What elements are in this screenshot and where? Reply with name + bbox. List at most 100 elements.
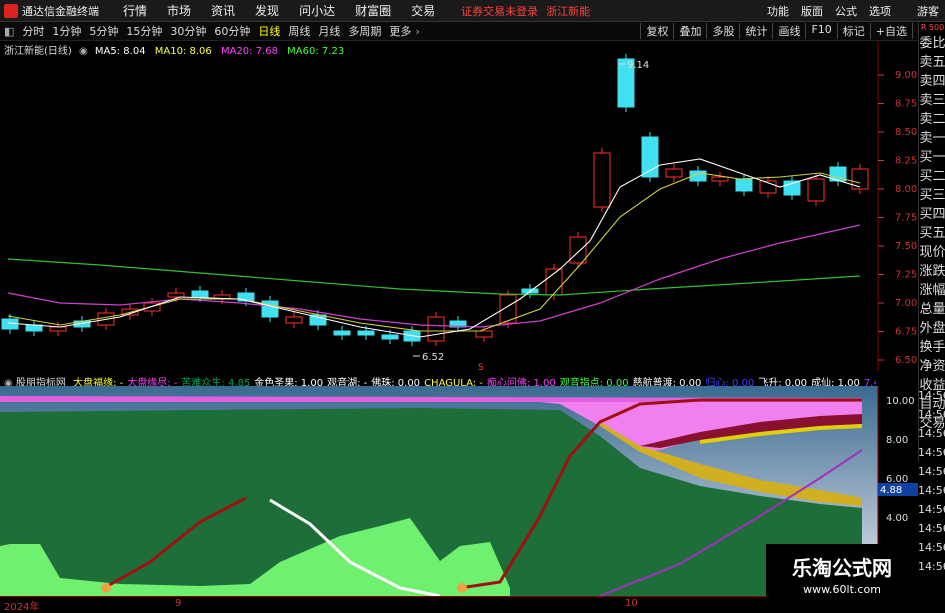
period-30min[interactable]: 30分钟	[170, 23, 206, 39]
side-item[interactable]: 卖三	[919, 91, 945, 110]
chevron-right-icon[interactable]: ›	[415, 25, 419, 38]
watermark-url: www.60lt.com	[803, 583, 881, 596]
low-label: 6.52	[422, 352, 444, 363]
candle	[285, 316, 303, 324]
side-item[interactable]: 委比	[919, 34, 945, 53]
candle	[851, 168, 869, 190]
side-item[interactable]: 现价	[919, 243, 945, 262]
stock-label: 浙江新能(日线)	[4, 46, 72, 57]
candle	[167, 292, 185, 298]
tool-f10[interactable]: F10	[805, 23, 836, 39]
indicator-current-value: 4.88	[880, 485, 902, 496]
price-tick: 7.25	[895, 270, 917, 281]
side-item[interactable]: 卖一	[919, 129, 945, 148]
candle	[357, 330, 375, 336]
tool-mark[interactable]: 标记	[836, 23, 870, 39]
period-monthly[interactable]: 月线	[318, 23, 340, 39]
menu-item-wealth[interactable]: 财富圈	[355, 2, 391, 19]
tool-adjust[interactable]: 复权	[640, 23, 673, 39]
period-15min[interactable]: 15分钟	[126, 23, 162, 39]
ma20-label: MA20: 7.68	[220, 46, 278, 57]
period-60min[interactable]: 60分钟	[214, 23, 250, 39]
side-item[interactable]: 买四	[919, 205, 945, 224]
candle	[381, 334, 399, 340]
guest-label[interactable]: 游客	[917, 3, 939, 19]
candle	[593, 152, 611, 208]
period-5min[interactable]: 5分钟	[89, 23, 118, 39]
menu-item-ask[interactable]: 问小达	[299, 2, 335, 19]
ma10-label: MA10: 8.06	[154, 46, 212, 57]
period-tick[interactable]: 分时	[22, 23, 44, 39]
menu-item-market[interactable]: 市场	[167, 2, 191, 19]
period-daily[interactable]: 日线	[258, 23, 280, 39]
time-item: 14:56	[918, 446, 945, 459]
menu-function[interactable]: 功能	[767, 3, 789, 19]
menu-right: 功能 版面 公式 选项 游客	[761, 3, 945, 19]
time-item: 14:56	[918, 560, 945, 573]
stock-tag: 浙江新能	[546, 4, 591, 18]
menu-formula[interactable]: 公式	[835, 3, 857, 19]
side-item[interactable]: 卖二	[919, 110, 945, 129]
side-item[interactable]: 涨幅	[919, 281, 945, 300]
menu-item-trade[interactable]: 交易	[411, 2, 435, 19]
candle	[49, 326, 67, 332]
settings-icon[interactable]: ◉	[79, 46, 88, 57]
watermark: 乐淘公式网 www.60lt.com	[766, 544, 918, 606]
menu-layout[interactable]: 版面	[801, 3, 823, 19]
menu-item-discover[interactable]: 发现	[255, 2, 279, 19]
time-item: 14:56	[918, 503, 945, 516]
side-item[interactable]: 买一	[919, 148, 945, 167]
collapse-icon[interactable]: ◧	[4, 25, 14, 38]
side-item[interactable]: 外盘	[919, 319, 945, 338]
price-tick: 7.75	[895, 213, 917, 224]
candle	[475, 330, 493, 338]
side-item[interactable]: 买三	[919, 186, 945, 205]
candle	[191, 290, 209, 298]
candle	[807, 178, 825, 202]
tool-draw[interactable]: 画线	[772, 23, 805, 39]
side-item[interactable]: 买五	[919, 224, 945, 243]
side-item[interactable]: 涨跌	[919, 262, 945, 281]
menu-bar: 通达信金融终端 行情 市场 资讯 发现 问小达 财富圈 交易 证券交易未登录 浙…	[0, 0, 945, 22]
side-item[interactable]: 换手	[919, 338, 945, 357]
high-label: 9.14	[627, 60, 649, 71]
period-multi[interactable]: 多周期	[348, 23, 381, 39]
price-tick: 6.50	[895, 355, 917, 366]
side-item[interactable]: 总量	[919, 300, 945, 319]
period-weekly[interactable]: 周线	[288, 23, 310, 39]
indicator-tick: 4.00	[886, 513, 908, 524]
ma5-label: MA5: 8.04	[94, 46, 146, 57]
side-item[interactable]: 卖五	[919, 53, 945, 72]
date-year: 2024年	[4, 602, 40, 613]
side-item[interactable]: 买二	[919, 167, 945, 186]
time-item: 14:56	[918, 541, 945, 554]
side-item[interactable]: 净资	[919, 357, 945, 376]
date-month-9: 9	[175, 598, 182, 609]
tool-stats[interactable]: 统计	[739, 23, 772, 39]
app-title: 通达信金融终端	[22, 4, 99, 18]
time-panel: 14:56 14:56 14:56 14:56 14:56 14:56 14:56 14:56…	[918, 386, 945, 576]
price-tick: 7.50	[895, 241, 917, 252]
menu-item-quotes[interactable]: 行情	[123, 2, 147, 19]
app-logo-icon	[4, 3, 18, 18]
ma60-label: MA60: 7.23	[287, 46, 345, 57]
menu-item-news[interactable]: 资讯	[211, 2, 235, 19]
main-legend: 浙江新能(日线) ◉ MA5: 8.04 MA10: 8.06 MA20: 7.…	[4, 42, 350, 57]
candle	[427, 316, 445, 342]
time-item: 14:56	[918, 427, 945, 440]
candle	[735, 178, 753, 192]
menu-options[interactable]: 选项	[869, 3, 891, 19]
tool-overlay[interactable]: 叠加	[673, 23, 706, 39]
time-item: 14:56	[918, 408, 945, 421]
candle	[569, 236, 587, 264]
period-more[interactable]: 更多	[389, 23, 411, 39]
side-item[interactable]: 卖四	[919, 72, 945, 91]
price-tick: 8.75	[895, 99, 917, 110]
login-warning[interactable]: 证券交易未登录	[461, 3, 538, 19]
time-item: 14:56	[918, 522, 945, 535]
tool-multi[interactable]: 多股	[706, 23, 739, 39]
period-1min[interactable]: 1分钟	[52, 23, 81, 39]
tool-add-watch[interactable]: +自选	[869, 23, 912, 39]
kline-chart[interactable]: 9.00 8.75 8.50 8.25 8.00 7.75 7.50 7.25 7.00 6.75…	[0, 41, 918, 371]
signal-mark: S	[478, 363, 484, 371]
